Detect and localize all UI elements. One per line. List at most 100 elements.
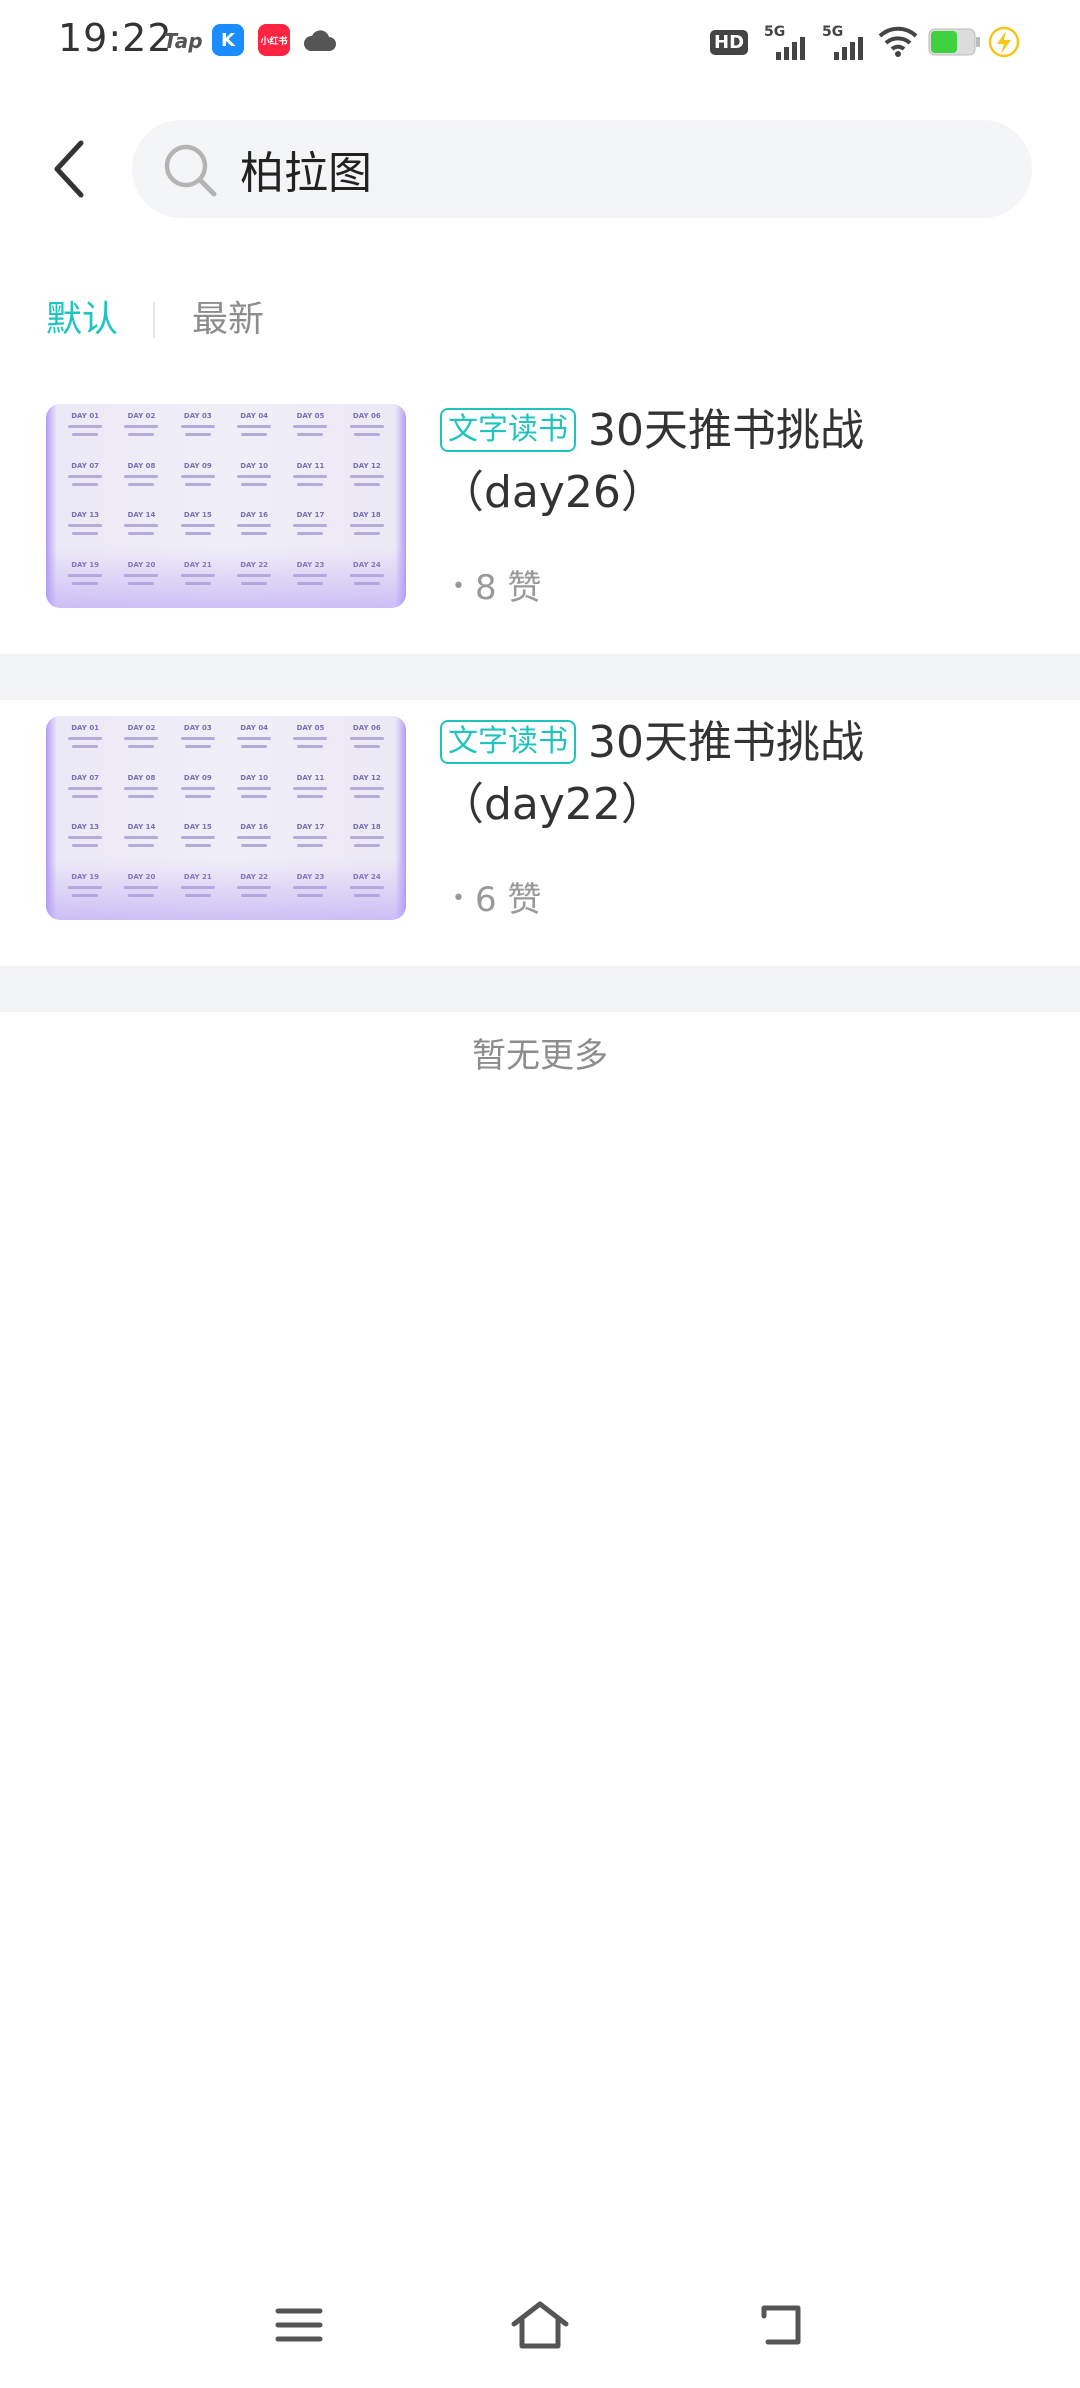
thumbnail-day-cell: DAY 11 (285, 772, 335, 822)
day-label: DAY 16 (240, 511, 269, 519)
day-label: DAY 18 (352, 823, 381, 831)
divider (0, 966, 1080, 1012)
day-label: DAY 05 (296, 724, 325, 732)
signal-5g-icon: 5G (820, 20, 870, 64)
day-label: DAY 16 (240, 823, 269, 831)
day-label: DAY 02 (127, 724, 156, 732)
charging-icon (988, 20, 1024, 64)
thumbnail-day-cell: DAY 08 (116, 772, 166, 822)
thumbnail-day-cell: DAY 11 (285, 460, 335, 510)
like-count-text: 6 赞 (474, 880, 542, 920)
day-label: DAY 03 (183, 412, 212, 420)
day-label: DAY 07 (71, 773, 100, 782)
signal-2-label: 5G (822, 24, 843, 40)
list-item[interactable]: DAY 01 DAY 02 DAY 03 DAY 04 DAY 05 DAY 06 DAY … (0, 700, 1080, 966)
status-time: 19:22 (58, 16, 173, 60)
day-label: DAY 02 (127, 412, 156, 420)
thumbnail-day-cell: DAY 03 (173, 410, 223, 460)
sort-tabs: 默认 最新 (0, 290, 1080, 350)
day-label: DAY 12 (352, 461, 381, 470)
hd-label: HD (710, 29, 749, 55)
thumbnail-day-cell: DAY 03 (173, 722, 223, 772)
day-label: DAY 05 (296, 412, 325, 420)
thumbnail-day-cell: DAY 04 (229, 722, 279, 772)
day-label: DAY 01 (71, 724, 100, 732)
thumbnail-day-cell: DAY 09 (173, 460, 223, 510)
day-label: DAY 14 (127, 823, 156, 831)
thumbnail-day-cell: DAY 12 (342, 460, 392, 510)
thumbnail-day-cell: DAY 08 (116, 460, 166, 510)
recents-button[interactable] (264, 2290, 334, 2360)
day-label: DAY 06 (352, 724, 381, 732)
back-arrow-icon (761, 2305, 801, 2345)
search-icon (164, 144, 217, 197)
day-label: DAY 13 (71, 823, 100, 831)
day-label: DAY 12 (352, 773, 381, 782)
thumbnail-day-cell: DAY 02 (116, 722, 166, 772)
thumbnail-image[interactable]: DAY 01 DAY 02 DAY 03 DAY 04 DAY 05 DAY 06 DAY … (46, 404, 406, 608)
day-label: DAY 13 (71, 511, 100, 519)
like-count-text: 8 赞 (474, 568, 542, 608)
signal-5g-icon: 5G (762, 20, 812, 64)
tab-default[interactable]: 默认 (46, 290, 118, 350)
search-box[interactable] (132, 120, 1032, 218)
divider (0, 654, 1080, 700)
thumbnail-day-cell: DAY 01 (60, 410, 110, 460)
thumbnail-day-cell: DAY 01 (60, 722, 110, 772)
thumbnail-day-cell: DAY 02 (116, 410, 166, 460)
list-item[interactable]: DAY 01 DAY 02 DAY 03 DAY 04 DAY 05 DAY 06 DAY … (0, 388, 1080, 654)
thumbnail-day-cell: DAY 06 (342, 722, 392, 772)
thumbnail-day-cell: DAY 06 (342, 410, 392, 460)
search-header (0, 118, 1080, 218)
thumbnail-day-cell: DAY 05 (285, 410, 335, 460)
day-label: DAY 08 (127, 461, 156, 470)
item-title[interactable]: 文字读书 30天推书挑战（day22） (440, 712, 1040, 836)
wifi-icon (878, 20, 920, 64)
thumbnail-day-cell: DAY 09 (173, 772, 223, 822)
results-list: DAY 01 DAY 02 DAY 03 DAY 04 DAY 05 DAY 06 DAY … (0, 388, 1080, 1012)
day-label: DAY 17 (296, 511, 325, 519)
day-label: DAY 10 (240, 461, 269, 470)
day-label: DAY 09 (183, 461, 212, 470)
item-title[interactable]: 文字读书 30天推书挑战（day26） (440, 400, 1040, 524)
search-input[interactable] (240, 138, 980, 200)
day-label: DAY 01 (71, 412, 100, 420)
chevron-left-icon (54, 140, 84, 198)
signal-1-label: 5G (764, 24, 785, 40)
day-label: DAY 18 (352, 511, 381, 519)
hd-voice-icon: HD (710, 20, 754, 64)
back-button[interactable] (44, 134, 94, 204)
thumbnail-day-cell: DAY 07 (60, 772, 110, 822)
status-bar: 19:22 Tap K 小红书 HD 5G 5G (0, 0, 1080, 84)
day-label: DAY 06 (352, 412, 381, 420)
day-label: DAY 15 (183, 511, 212, 519)
category-tag: 文字读书 (440, 720, 576, 764)
no-more-text: 暂无更多 (472, 1036, 608, 1076)
tab-divider (153, 302, 155, 338)
day-label: DAY 10 (240, 773, 269, 782)
cloud-icon (300, 24, 340, 58)
day-label: DAY 09 (183, 773, 212, 782)
like-count: • 6 赞 (452, 880, 542, 920)
day-label: DAY 15 (183, 823, 212, 831)
menu-icon (275, 2308, 323, 2342)
thumbnail-day-cell: DAY 04 (229, 410, 279, 460)
thumbnail-image[interactable]: DAY 01 DAY 02 DAY 03 DAY 04 DAY 05 DAY 06 DAY … (46, 716, 406, 920)
home-button[interactable] (505, 2290, 575, 2360)
tab-latest[interactable]: 最新 (192, 290, 264, 350)
thumbnail-day-cell: DAY 10 (229, 460, 279, 510)
home-icon (511, 2301, 569, 2349)
system-back-button[interactable] (746, 2290, 816, 2360)
day-label: DAY 08 (127, 773, 156, 782)
day-label: DAY 11 (296, 773, 325, 782)
day-label: DAY 07 (71, 461, 100, 470)
xiaohongshu-icon: 小红书 (258, 24, 290, 56)
thumbnail-day-cell: DAY 10 (229, 772, 279, 822)
battery-icon (928, 20, 982, 64)
thumbnail-day-cell: DAY 07 (60, 460, 110, 510)
day-label: DAY 17 (296, 823, 325, 831)
thumbnail-day-cell: DAY 05 (285, 722, 335, 772)
day-label: DAY 04 (240, 412, 269, 420)
system-nav-bar (0, 2290, 1080, 2360)
day-label: DAY 03 (183, 724, 212, 732)
